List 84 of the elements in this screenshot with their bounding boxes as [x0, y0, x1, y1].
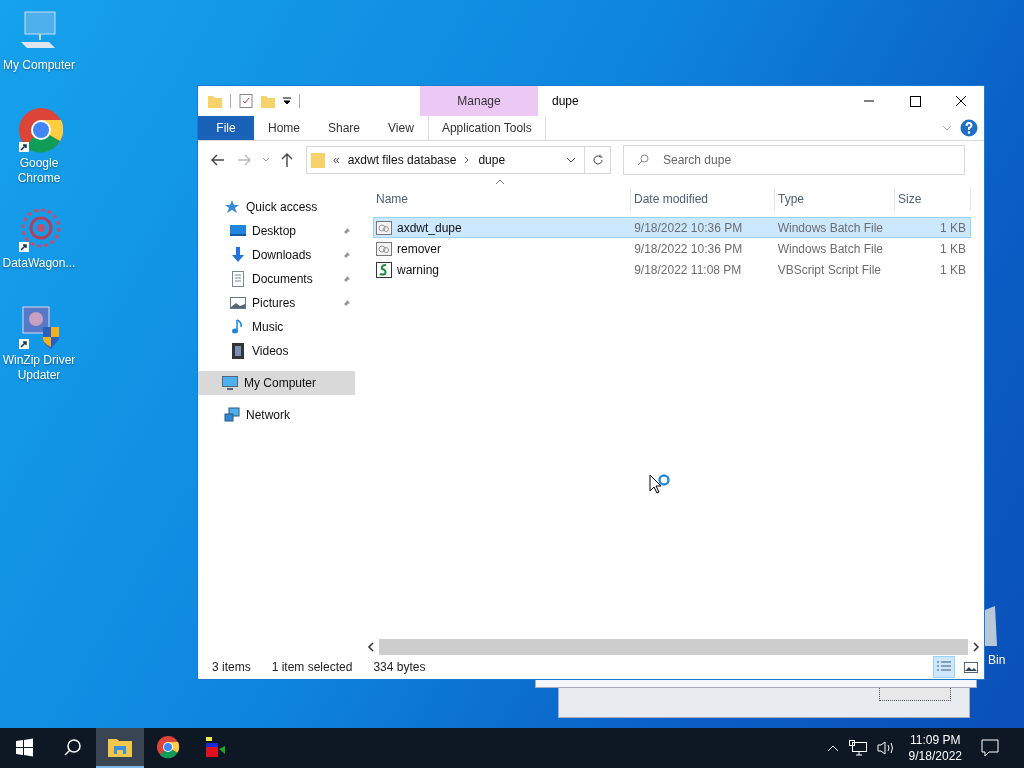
nav-pane-item[interactable]: Videos [198, 339, 355, 363]
taskbar-app-button[interactable] [96, 728, 144, 768]
search-icon [637, 154, 649, 166]
overflow-chevron[interactable]: « [333, 153, 340, 167]
chevron-up-icon[interactable] [826, 744, 839, 752]
download-icon [230, 247, 246, 263]
computer-icon [222, 375, 238, 391]
chrome-icon [156, 735, 180, 759]
search-field[interactable]: Search dupe [623, 145, 965, 175]
dropdown-icon[interactable] [283, 97, 291, 105]
address-bar[interactable]: « axdwt files database dupe [306, 146, 585, 174]
desktop-icon-label: DataWagon... [2, 256, 76, 271]
chevron-right-icon[interactable] [464, 156, 471, 164]
file-row[interactable]: axdwt_dupe 9/18/2022 10:36 PM Windows Batch File 1 KB [373, 217, 971, 238]
file-name: warning [397, 262, 440, 277]
up-arrow-icon[interactable] [280, 152, 294, 168]
chevron-left-icon[interactable] [367, 642, 375, 652]
cube-icon [204, 735, 228, 759]
table-cell-text: 9/18/2022 11:08 PM [633, 262, 743, 277]
file-name: remover [397, 241, 441, 256]
column-header[interactable]: Type [775, 187, 895, 211]
desktop-icon-label: Google Chrome [16, 156, 62, 186]
nav-pane-item[interactable]: Downloads [198, 243, 355, 267]
file-row[interactable]: warning 9/18/2022 11:08 PM VBScript Script File 1 KB [373, 259, 971, 280]
column-header[interactable]: Size [895, 187, 971, 211]
speaker-icon[interactable] [876, 740, 895, 756]
script-file-icon [376, 261, 392, 278]
properties-icon[interactable] [239, 94, 253, 108]
chevron-down-icon[interactable] [566, 157, 576, 163]
column-header[interactable]: Date modified [631, 187, 775, 211]
nav-pane-item[interactable]: Documents [198, 267, 355, 291]
table-cell-text: Windows Batch File [776, 241, 884, 256]
image-icon [964, 661, 978, 673]
clock[interactable]: 11:09 PM 9/18/2022 [908, 732, 962, 764]
star-icon [224, 199, 240, 215]
desktop-icon-label: My Computer [3, 58, 75, 73]
window-title: dupe [552, 94, 580, 108]
contextual-group-header: Manage [420, 86, 538, 116]
column-header[interactable]: Name [373, 187, 631, 211]
breadcrumb[interactable]: axdwt files database [347, 153, 457, 167]
table-cell-text: 1 KB [939, 262, 967, 277]
chevron-right-icon[interactable] [972, 642, 980, 652]
ribbon-tab[interactable]: Home [254, 116, 314, 140]
nav-pane-item[interactable]: Quick access [198, 195, 355, 219]
desktop-icon [230, 223, 246, 239]
table-cell-text: Windows Batch File [776, 220, 884, 235]
table-cell-text: VBScript Script File [776, 262, 882, 277]
nav-pane-item[interactable]: Pictures [198, 291, 355, 315]
desktop-icon-label: Bin [988, 653, 1006, 667]
clock-date: 9/18/2022 [908, 748, 962, 764]
status-text: 1 item selected [271, 660, 353, 674]
table-cell-text: 9/18/2022 10:36 PM [633, 220, 744, 235]
list-icon [936, 661, 952, 673]
nav-pane-item[interactable]: Network [198, 403, 355, 427]
nav-pane-item[interactable]: My Computer [198, 371, 355, 395]
file-row[interactable]: remover 9/18/2022 10:36 PM Windows Batch File 1 KB [373, 238, 971, 259]
folder-icon [311, 152, 325, 168]
refresh-button[interactable] [585, 146, 611, 174]
document-icon [230, 271, 246, 287]
ribbon-tab[interactable]: View [374, 116, 428, 140]
back-arrow-icon[interactable] [210, 152, 226, 168]
folder-icon [108, 737, 132, 757]
videos-icon [230, 343, 246, 359]
file-menu-tab[interactable]: File [198, 116, 254, 140]
status-text: 3 items [212, 660, 251, 674]
desktop-icon-label: WinZip Driver Updater [1, 353, 77, 383]
gears-file-icon [376, 220, 392, 235]
busy-cursor-icon [649, 474, 673, 496]
network-icon[interactable] [848, 740, 867, 756]
ribbon-tab[interactable]: Share [314, 116, 375, 140]
table-cell-text: 1 KB [939, 241, 967, 256]
clock-time: 11:09 PM [910, 732, 961, 748]
nav-pane-item[interactable]: Music [198, 315, 355, 339]
status-text: 334 bytes [373, 660, 426, 674]
file-name: axdwt_dupe [397, 220, 462, 235]
breadcrumb[interactable]: dupe [478, 153, 506, 167]
network-icon [224, 407, 240, 423]
table-cell-text: 9/18/2022 10:36 PM [633, 241, 744, 256]
gears-file-icon [376, 241, 392, 256]
table-cell-text: 1 KB [939, 220, 967, 235]
nav-pane-item[interactable]: Desktop [198, 219, 355, 243]
pictures-icon [230, 295, 246, 311]
help-icon[interactable] [960, 119, 978, 137]
refresh-icon [591, 154, 604, 166]
